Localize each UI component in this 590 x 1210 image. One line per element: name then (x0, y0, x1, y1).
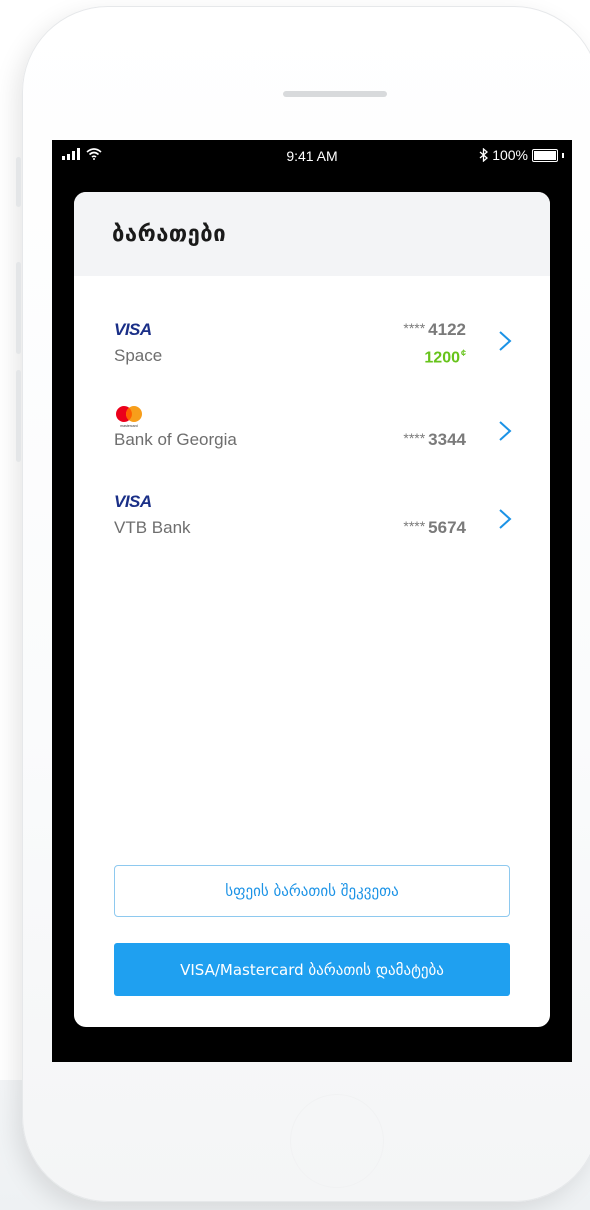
battery-percent: 100% (492, 147, 528, 163)
card-number: **** 4122 (403, 320, 466, 339)
panel-header: ბარათები (74, 192, 550, 276)
card-name: Bank of Georgia (114, 430, 237, 449)
visa-logo: VISA (114, 492, 152, 511)
card-row-vtb-bank[interactable]: VISA VTB Bank **** 5674 (74, 492, 550, 562)
bluetooth-icon (479, 148, 489, 162)
status-right: 100% (479, 147, 564, 163)
status-bar: 9:41 AM 100% (52, 140, 572, 178)
mute-switch (16, 157, 21, 207)
visa-logo: VISA (114, 320, 152, 339)
battery-icon (532, 148, 558, 162)
page-title: ბარათები (112, 221, 227, 247)
card-name: VTB Bank (114, 518, 191, 537)
card-row-bank-of-georgia[interactable]: mastercard Bank of Georgia **** 3344 (74, 404, 550, 474)
chevron-right-icon[interactable] (498, 420, 512, 442)
battery-tip (562, 152, 564, 158)
earpiece (283, 91, 387, 97)
order-space-card-button[interactable]: სფეის ბარათის შეკვეთა (114, 865, 510, 917)
chevron-right-icon[interactable] (498, 508, 512, 530)
svg-text:mastercard: mastercard (120, 424, 138, 428)
add-card-button[interactable]: VISA/Mastercard ბარათის დამატება (114, 943, 510, 996)
home-button[interactable] (290, 1094, 384, 1188)
card-name: Space (114, 346, 163, 365)
chevron-right-icon[interactable] (498, 330, 512, 352)
card-number: **** 5674 (403, 518, 466, 537)
mastercard-logo: mastercard (116, 406, 142, 428)
phone-screen: 9:41 AM 100% ბარათები VISA Space **** 412… (52, 140, 572, 1062)
currency-sign: ¢ (460, 348, 466, 358)
card-number: **** 3344 (403, 430, 466, 449)
card-balance: 1200¢ (424, 348, 466, 367)
volume-down-button (16, 370, 21, 462)
card-row-space[interactable]: VISA Space **** 4122 1200¢ (74, 320, 550, 390)
volume-up-button (16, 262, 21, 354)
cards-panel: ბარათები VISA Space **** 4122 1200¢ maste (74, 192, 550, 1027)
